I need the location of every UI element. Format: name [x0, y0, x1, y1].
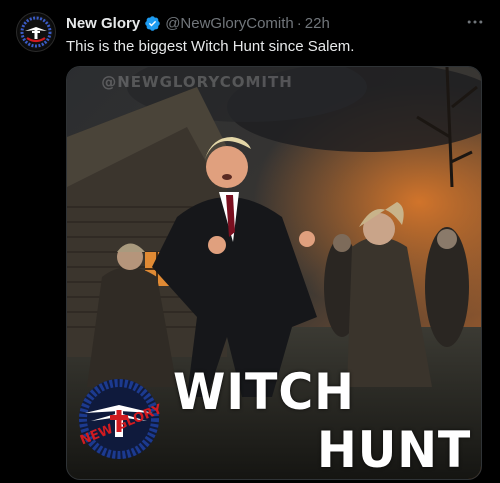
- avatar[interactable]: [16, 12, 56, 52]
- tweet-image[interactable]: @NEWGLORYCOMITH WITCH HUNT NEW GLORY: [66, 66, 482, 480]
- image-title-line-1: WITCH: [173, 363, 355, 421]
- tweet-text: This is the biggest Witch Hunt since Sal…: [66, 38, 355, 55]
- handle[interactable]: @NewGloryComith: [165, 15, 294, 32]
- watermark: @NEWGLORYCOMITH: [101, 73, 293, 91]
- tweet[interactable]: New Glory @NewGloryComith · 22h This is …: [0, 0, 500, 483]
- display-name[interactable]: New Glory: [66, 15, 140, 32]
- separator-dot: ·: [296, 14, 302, 32]
- tweet-header: New Glory @NewGloryComith · 22h: [66, 13, 470, 33]
- image-title-line-2: HUNT: [317, 421, 472, 479]
- timestamp[interactable]: 22h: [305, 15, 330, 32]
- more-horizontal-icon[interactable]: [464, 12, 486, 34]
- new-glory-avatar-logo: [19, 15, 53, 49]
- verified-badge-icon: [144, 15, 161, 32]
